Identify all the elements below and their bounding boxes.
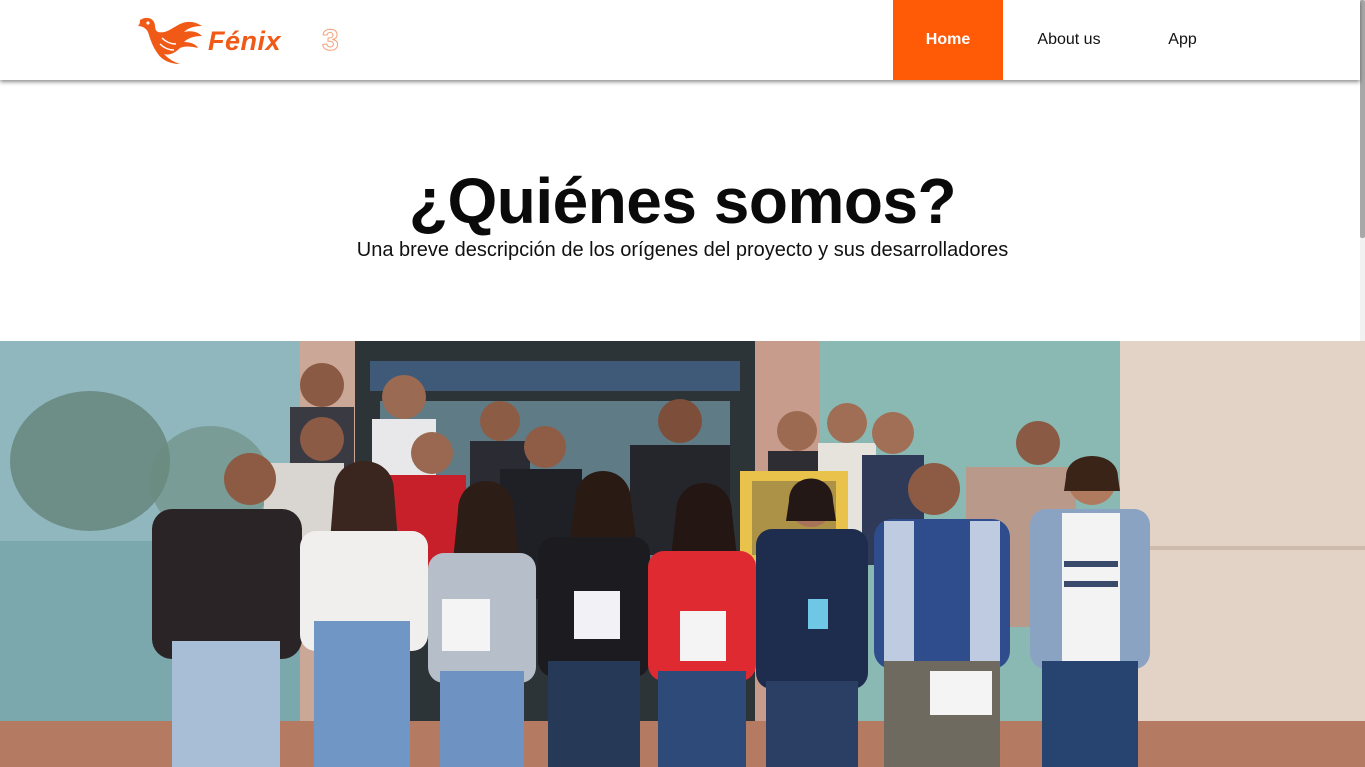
nav-home[interactable]: Home [893,0,1003,80]
logo-number: 3 [322,24,340,58]
phoenix-icon [138,17,202,64]
navbar: Fénix 3 Home About us App [0,0,1360,80]
main-nav: Home About us App [893,0,1230,80]
nav-app[interactable]: App [1135,0,1230,80]
site-logo[interactable]: Fénix 3 [136,14,360,66]
team-photo [0,341,1365,767]
page-title: ¿Quiénes somos? [408,165,957,237]
nav-about-us[interactable]: About us [1003,0,1135,80]
logo-text: Fénix [208,26,282,56]
team-group-photo [0,341,1365,767]
hero-section: ¿Quiénes somos? Una breve descripción de… [0,80,1360,341]
page-subtitle: Una breve descripción de los orígenes de… [356,239,1009,261]
